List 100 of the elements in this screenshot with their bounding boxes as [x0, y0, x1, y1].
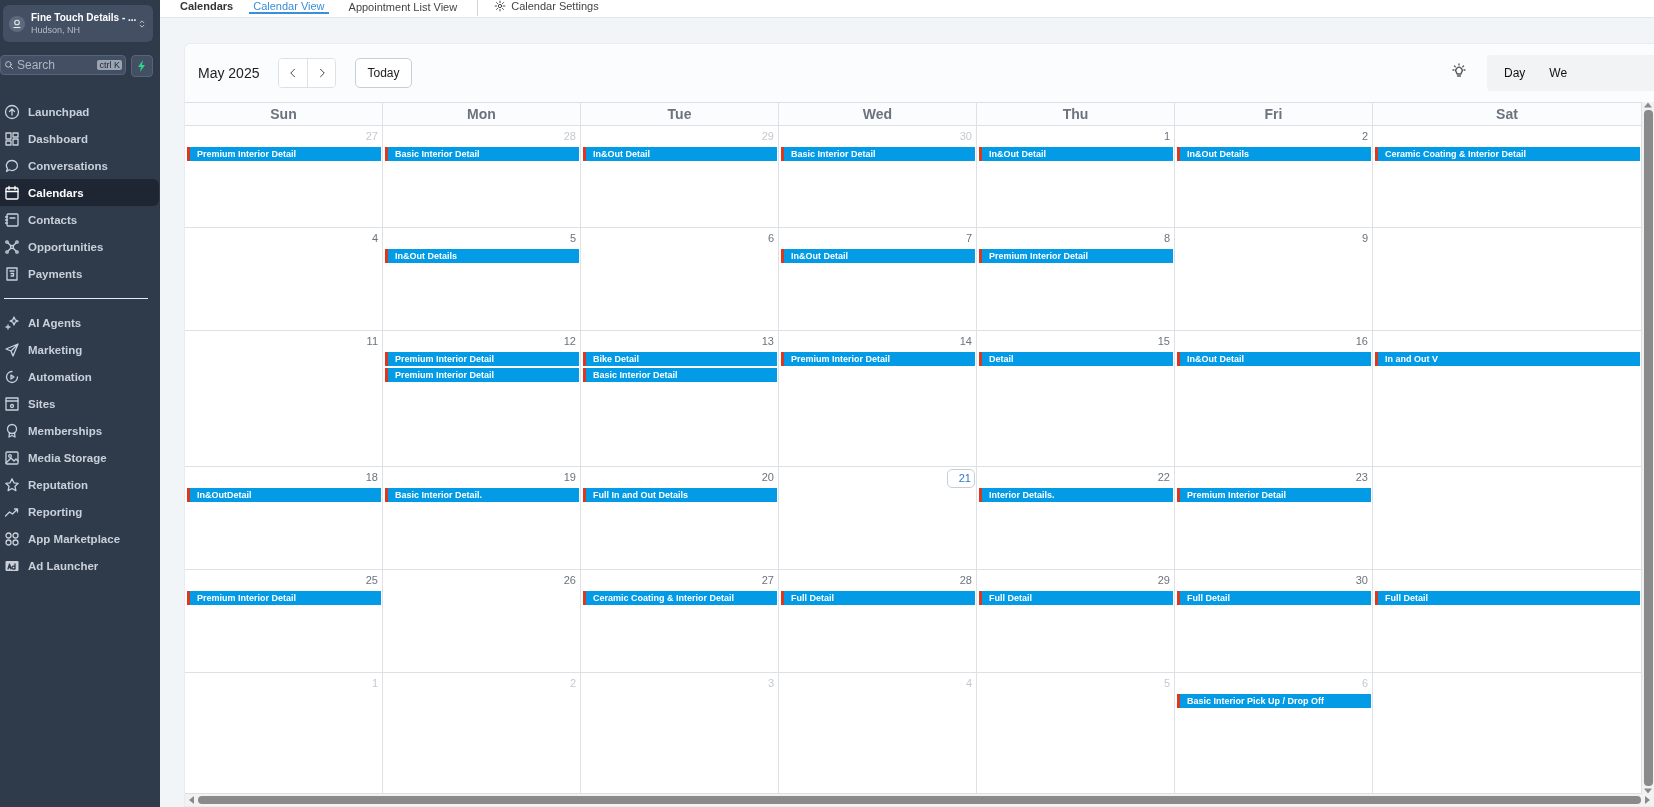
sidebar-item[interactable]: Calendars	[0, 179, 159, 206]
day-cell[interactable]: 13 Bike Detail Basic Interior Detail	[581, 331, 779, 467]
scroll-up-icon[interactable]	[1644, 102, 1652, 108]
search-field[interactable]: Search	[17, 58, 95, 72]
sidebar-item[interactable]: Dashboard	[0, 125, 159, 152]
day-cell[interactable]: 21	[779, 467, 977, 570]
day-cell[interactable]: 5 In&Out Details	[383, 228, 581, 331]
event-chip[interactable]: Premium Interior Detail	[385, 352, 579, 366]
quick-action-button[interactable]	[131, 55, 153, 77]
scroll-right-icon[interactable]	[1645, 796, 1650, 804]
event-chip[interactable]: Full Detail	[1375, 591, 1640, 605]
sidebar-item[interactable]: Memberships	[0, 417, 159, 444]
event-chip[interactable]: Full In and Out Details	[583, 488, 777, 502]
sidebar-item[interactable]: App Marketplace	[0, 525, 159, 552]
sidebar-item[interactable]: Automation	[0, 363, 159, 390]
day-cell[interactable]: 22 Interior Details.	[977, 467, 1175, 570]
day-cell[interactable]: 7 In&Out Detail	[779, 228, 977, 331]
day-cell[interactable]: 16 In&Out Detail	[1175, 331, 1373, 467]
view-tab[interactable]: Calendar View	[249, 0, 329, 14]
day-cell[interactable]: Ceramic Coating & Interior Detail	[1373, 126, 1642, 228]
sidebar-item[interactable]: Reputation	[0, 471, 159, 498]
day-cell[interactable]: 18 In&OutDetail	[185, 467, 383, 570]
event-chip[interactable]: Basic Interior Detail	[385, 147, 579, 161]
settings-link[interactable]: Calendar Settings	[511, 0, 599, 12]
event-chip[interactable]: In&Out Details	[1177, 147, 1371, 161]
view-option[interactable]: Day	[1504, 66, 1526, 80]
sidebar-item[interactable]: Sites	[0, 390, 159, 417]
day-cell[interactable]: 27 Premium Interior Detail	[185, 126, 383, 228]
sidebar-item[interactable]: Opportunities	[0, 233, 159, 260]
event-chip[interactable]: Basic Interior Pick Up / Drop Off	[1177, 694, 1371, 708]
day-cell[interactable]: 30 Basic Interior Detail	[779, 126, 977, 228]
event-chip[interactable]: In&Out Detail	[583, 147, 777, 161]
day-cell[interactable]: 28 Basic Interior Detail	[383, 126, 581, 228]
sidebar-item[interactable]: Contacts	[0, 206, 159, 233]
event-chip[interactable]: In and Out V	[1375, 352, 1640, 366]
account-switcher[interactable]: Fine Touch Details - ... Hudson, NH	[3, 5, 153, 42]
day-cell[interactable]: 14 Premium Interior Detail	[779, 331, 977, 467]
day-cell[interactable]: In and Out V	[1373, 331, 1642, 467]
event-chip[interactable]: Detail	[979, 352, 1173, 366]
day-cell[interactable]: 6	[581, 228, 779, 331]
event-chip[interactable]: Ceramic Coating & Interior Detail	[1375, 147, 1640, 161]
event-chip[interactable]: Basic Interior Detail.	[385, 488, 579, 502]
day-cell[interactable]: 29 Full Detail	[977, 570, 1175, 673]
day-cell[interactable]: 4	[185, 228, 383, 331]
event-chip[interactable]: In&Out Details	[385, 249, 579, 263]
sidebar-item[interactable]: Launchpad	[0, 98, 159, 125]
event-chip[interactable]: Bike Detail	[583, 352, 777, 366]
event-chip[interactable]: Basic Interior Detail	[781, 147, 975, 161]
day-cell[interactable]: 15 Detail	[977, 331, 1175, 467]
day-cell[interactable]: 28 Full Detail	[779, 570, 977, 673]
day-cell[interactable]: 26	[383, 570, 581, 673]
sidebar-item[interactable]: AI Agents	[0, 309, 159, 336]
date-number: 27	[365, 129, 379, 144]
event-chip[interactable]: In&OutDetail	[187, 488, 381, 502]
day-cell[interactable]	[1373, 228, 1642, 331]
day-cell[interactable]: 20 Full In and Out Details	[581, 467, 779, 570]
event-chip[interactable]: Premium Interior Detail	[781, 352, 975, 366]
sidebar-item[interactable]: Media Storage	[0, 444, 159, 471]
day-cell[interactable]: 30 Full Detail	[1175, 570, 1373, 673]
event-chip[interactable]: Ceramic Coating & Interior Detail	[583, 591, 777, 605]
sidebar-item[interactable]: Marketing	[0, 336, 159, 363]
view-option[interactable]: We	[1549, 66, 1568, 80]
event-chip[interactable]: Premium Interior Detail	[1177, 488, 1371, 502]
vertical-scrollbar[interactable]	[1642, 102, 1654, 794]
event-chip[interactable]: In&Out Detail	[1177, 352, 1371, 366]
event-chip[interactable]: Full Detail	[781, 591, 975, 605]
day-cell[interactable]: 23 Premium Interior Detail	[1175, 467, 1373, 570]
event-chip[interactable]: Full Detail	[1177, 591, 1371, 605]
event-chip[interactable]: Premium Interior Detail	[385, 368, 579, 382]
sidebar-item[interactable]: Reporting	[0, 498, 159, 525]
day-cell[interactable]	[1373, 673, 1642, 794]
today-button[interactable]: Today	[355, 58, 412, 88]
day-cell[interactable]: 25 Premium Interior Detail	[185, 570, 383, 673]
event-chip[interactable]: In&Out Detail	[979, 147, 1173, 161]
horizontal-scrollbar[interactable]	[185, 794, 1654, 806]
day-cell[interactable]: 19 Basic Interior Detail.	[383, 467, 581, 570]
view-tab[interactable]: Appointment List View	[344, 0, 462, 14]
day-cell[interactable]: 27 Ceramic Coating & Interior Detail	[581, 570, 779, 673]
event-chip[interactable]: Premium Interior Detail	[187, 591, 381, 605]
day-cell[interactable]: 8 Premium Interior Detail	[977, 228, 1175, 331]
day-cell[interactable]: 1 In&Out Detail	[977, 126, 1175, 228]
sidebar-item[interactable]: Payments	[0, 260, 159, 287]
sidebar-item[interactable]: Ad Launcher	[0, 552, 159, 579]
event-chip[interactable]: Premium Interior Detail	[979, 249, 1173, 263]
search-bar[interactable]: Search ctrl K	[0, 55, 126, 75]
day-cell[interactable]: 29 In&Out Detail	[581, 126, 779, 228]
event-chip[interactable]: Basic Interior Detail	[583, 368, 777, 382]
day-cell[interactable]: 12 Premium Interior Detail Premium Interior Detail	[383, 331, 581, 467]
sidebar-item[interactable]: Conversations	[0, 152, 159, 179]
event-chip[interactable]: Premium Interior Detail	[187, 147, 381, 161]
day-cell[interactable]: Full Detail	[1373, 570, 1642, 673]
event-chip[interactable]: In&Out Detail	[781, 249, 975, 263]
event-chip[interactable]: Full Detail	[979, 591, 1173, 605]
date-number: 14	[959, 334, 973, 349]
scroll-left-icon[interactable]	[189, 796, 194, 804]
day-cell[interactable]	[1373, 467, 1642, 570]
event-chip[interactable]: Interior Details.	[979, 488, 1173, 502]
day-cell[interactable]: 11	[185, 331, 383, 467]
day-cell[interactable]: 2 In&Out Details	[1175, 126, 1373, 228]
day-cell[interactable]: 9	[1175, 228, 1373, 331]
